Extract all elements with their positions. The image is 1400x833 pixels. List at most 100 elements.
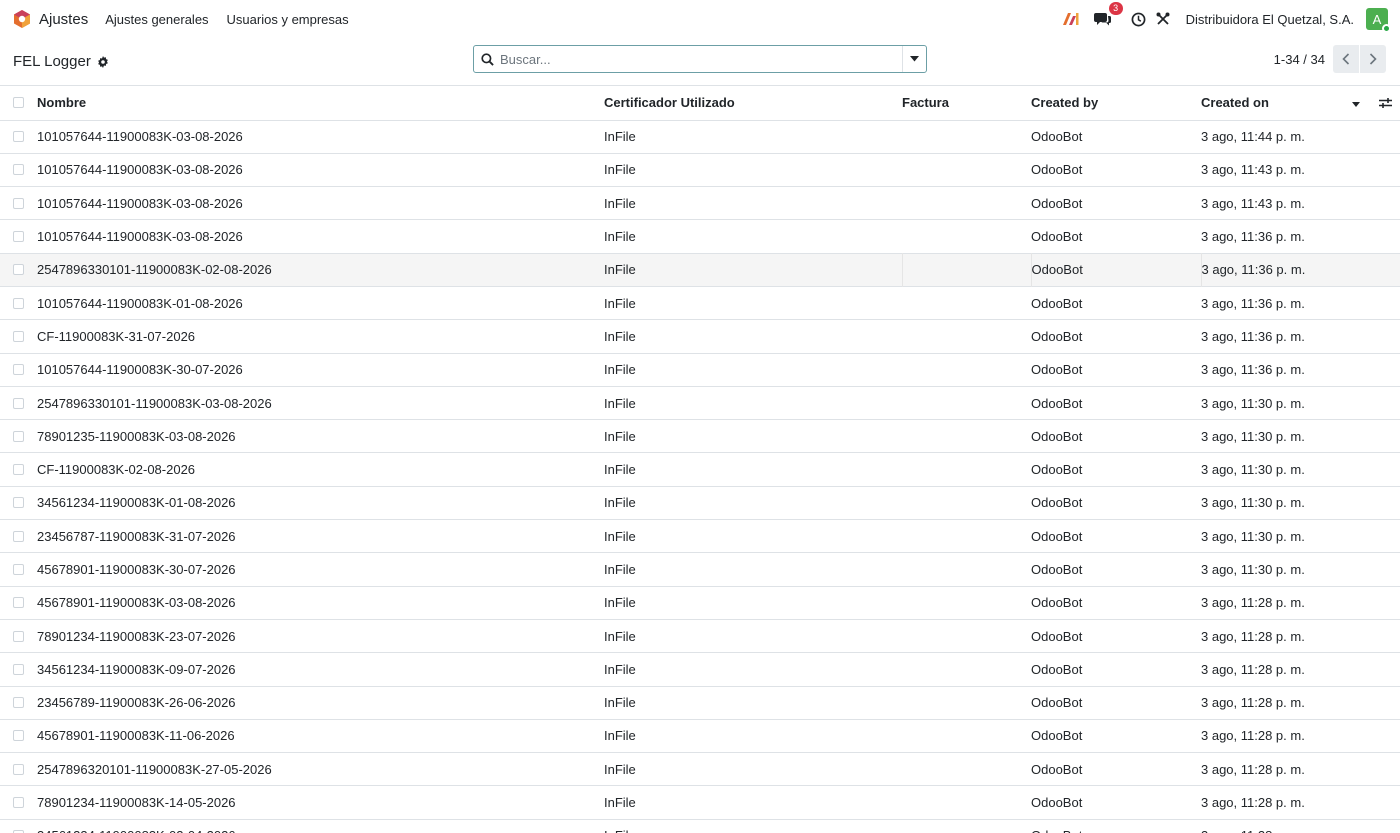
row-checkbox[interactable] [13, 364, 24, 376]
cell-certificador[interactable]: InFile [604, 320, 902, 353]
cell-created-by[interactable]: OdooBot [1031, 786, 1201, 819]
search-icon[interactable] [474, 52, 500, 66]
cell-factura[interactable] [902, 753, 1031, 786]
cell-factura[interactable] [902, 586, 1031, 619]
cell-certificador[interactable]: InFile [604, 420, 902, 453]
cell-factura[interactable] [901, 253, 1031, 287]
search-options-toggle[interactable] [902, 46, 926, 72]
cell-certificador[interactable]: InFile [604, 386, 902, 419]
cell-nombre[interactable]: 23456787-11900083K-31-07-2026 [37, 520, 604, 553]
cell-nombre[interactable]: 2547896330101-11900083K-03-08-2026 [37, 386, 604, 419]
row-checkbox[interactable] [13, 164, 24, 176]
row-checkbox[interactable] [13, 430, 24, 442]
cell-nombre[interactable]: 78901235-11900083K-03-08-2026 [37, 420, 604, 453]
cell-factura[interactable] [902, 187, 1031, 220]
cell-created-on[interactable]: 3 ago, 11:36 p. m. [1201, 220, 1360, 253]
gear-icon[interactable] [97, 55, 109, 68]
cell-created-by[interactable]: OdooBot [1030, 253, 1201, 287]
table-row[interactable]: CF-11900083K-31-07-2026 InFile OdooBot 3 ag… [0, 320, 1400, 354]
cell-created-on[interactable]: 3 ago, 11:30 p. m. [1201, 420, 1360, 453]
cell-factura[interactable] [902, 553, 1031, 586]
cell-created-on[interactable]: 3 ago, 11:30 p. m. [1201, 386, 1360, 419]
cell-certificador[interactable]: InFile [604, 453, 902, 486]
cell-created-on[interactable]: 3 ago, 11:28 p. m. [1201, 786, 1360, 819]
table-row[interactable]: 2547896320101-11900083K-27-05-2026 InFile… [0, 753, 1400, 786]
row-checkbox[interactable] [13, 131, 24, 143]
cell-created-on[interactable]: 3 ago, 11:28 p. m. [1201, 653, 1360, 686]
cell-factura[interactable] [902, 719, 1031, 752]
table-row[interactable]: CF-11900083K-02-08-2026 InFile OdooBot 3 ag… [0, 453, 1400, 487]
company-switcher[interactable]: Distribuidora El Quetzal, S.A. [1186, 12, 1354, 27]
cell-factura[interactable] [902, 786, 1031, 819]
menu-usuarios-empresas[interactable]: Usuarios y empresas [227, 12, 349, 27]
pager-value[interactable]: 1-34 / 34 [1274, 52, 1325, 67]
row-checkbox[interactable] [13, 464, 24, 476]
cell-factura[interactable] [902, 619, 1031, 652]
cell-factura[interactable] [902, 386, 1031, 419]
cell-created-by[interactable]: OdooBot [1031, 686, 1201, 719]
column-header-nombre[interactable]: Nombre [37, 86, 604, 120]
cell-created-on[interactable]: 3 ago, 11:43 p. m. [1201, 153, 1360, 186]
cell-created-on[interactable]: 3 ago, 11:36 p. m. [1200, 253, 1360, 287]
cell-created-on[interactable]: 3 ago, 11:36 p. m. [1201, 353, 1360, 386]
cell-certificador[interactable]: InFile [604, 520, 902, 553]
cell-certificador[interactable]: InFile [604, 786, 902, 819]
cell-certificador[interactable]: InFile [604, 220, 902, 253]
cell-created-by[interactable]: OdooBot [1031, 120, 1201, 153]
cell-created-on[interactable]: 3 ago, 11:36 p. m. [1201, 286, 1360, 319]
cell-created-on[interactable]: 3 ago, 11:28 p. m. [1201, 586, 1360, 619]
cell-nombre[interactable]: 34561234-11900083K-01-08-2026 [37, 486, 604, 519]
table-row[interactable]: 23456787-11900083K-31-07-2026 InFile OdooB… [0, 520, 1400, 553]
cell-created-on[interactable]: 3 ago, 11:43 p. m. [1201, 187, 1360, 220]
table-row[interactable]: 45678901-11900083K-03-08-2026 InFile OdooB… [0, 586, 1400, 620]
cell-nombre[interactable]: 101057644-11900083K-30-07-2026 [37, 353, 604, 386]
table-row[interactable]: 101057644-11900083K-03-08-2026 InFile Odoo… [0, 153, 1400, 187]
cell-certificador[interactable]: InFile [604, 187, 902, 220]
search-input[interactable] [500, 51, 902, 67]
row-checkbox[interactable] [13, 797, 24, 809]
cell-nombre[interactable]: 2547896320101-11900083K-27-05-2026 [37, 753, 604, 786]
cell-certificador[interactable]: InFile [604, 719, 902, 752]
cell-certificador[interactable]: InFile [604, 120, 902, 153]
row-checkbox[interactable] [13, 630, 24, 642]
cell-created-by[interactable]: OdooBot [1031, 653, 1201, 686]
cell-created-on[interactable]: 3 ago, 11:28 p. m. [1201, 753, 1360, 786]
cell-factura[interactable] [902, 486, 1031, 519]
cell-factura[interactable] [902, 220, 1031, 253]
cell-created-by[interactable]: OdooBot [1031, 453, 1201, 486]
cell-created-by[interactable]: OdooBot [1031, 187, 1201, 220]
row-checkbox[interactable] [13, 497, 24, 509]
cell-nombre[interactable]: 45678901-11900083K-11-06-2026 [37, 719, 604, 752]
pager-previous-button[interactable] [1333, 45, 1359, 73]
cell-created-on[interactable]: 3 ago, 11:28 p. m. [1201, 819, 1360, 833]
cell-nombre[interactable]: 101057644-11900083K-03-08-2026 [37, 120, 604, 153]
table-row[interactable]: 78901234-11900083K-14-05-2026 InFile OdooB… [0, 786, 1400, 820]
column-header-created-on-cell[interactable]: Created on [1201, 86, 1360, 120]
optional-columns-toggle[interactable] [1360, 97, 1400, 109]
table-row[interactable]: 101057644-11900083K-03-08-2026 InFile Odoo… [0, 120, 1400, 154]
cell-created-by[interactable]: OdooBot [1031, 819, 1201, 833]
cell-certificador[interactable]: InFile [604, 619, 902, 652]
column-header-created-by[interactable]: Created by [1031, 86, 1201, 120]
row-checkbox[interactable] [13, 297, 24, 309]
cell-created-on[interactable]: 3 ago, 11:30 p. m. [1201, 453, 1360, 486]
cell-created-on[interactable]: 3 ago, 11:28 p. m. [1201, 686, 1360, 719]
activity-clock-icon[interactable] [1128, 8, 1150, 30]
cell-factura[interactable] [902, 286, 1031, 319]
table-row[interactable]: 101057644-11900083K-03-08-2026 InFile Odoo… [0, 220, 1400, 254]
cell-factura[interactable] [902, 520, 1031, 553]
debug-tools-icon[interactable] [1152, 8, 1174, 30]
cell-nombre[interactable]: 78901234-11900083K-14-05-2026 [37, 786, 604, 819]
cell-certificador[interactable]: InFile [604, 286, 902, 319]
row-checkbox[interactable] [13, 231, 24, 243]
table-row[interactable]: 23456789-11900083K-26-06-2026 InFile OdooB… [0, 686, 1400, 720]
row-checkbox[interactable] [13, 330, 24, 342]
cell-nombre[interactable]: 101057644-11900083K-03-08-2026 [37, 187, 604, 220]
cell-nombre[interactable]: CF-11900083K-02-08-2026 [37, 453, 604, 486]
cell-certificador[interactable]: InFile [604, 486, 902, 519]
table-row[interactable]: 78901235-11900083K-03-08-2026 InFile OdooB… [0, 420, 1400, 453]
cell-nombre[interactable]: 101057644-11900083K-03-08-2026 [37, 220, 604, 253]
menu-ajustes-generales[interactable]: Ajustes generales [105, 12, 208, 27]
cell-nombre[interactable]: 2547896330101-11900083K-02-08-2026 [37, 253, 604, 286]
table-row[interactable]: 101057644-11900083K-30-07-2026 InFile Odoo… [0, 353, 1400, 387]
